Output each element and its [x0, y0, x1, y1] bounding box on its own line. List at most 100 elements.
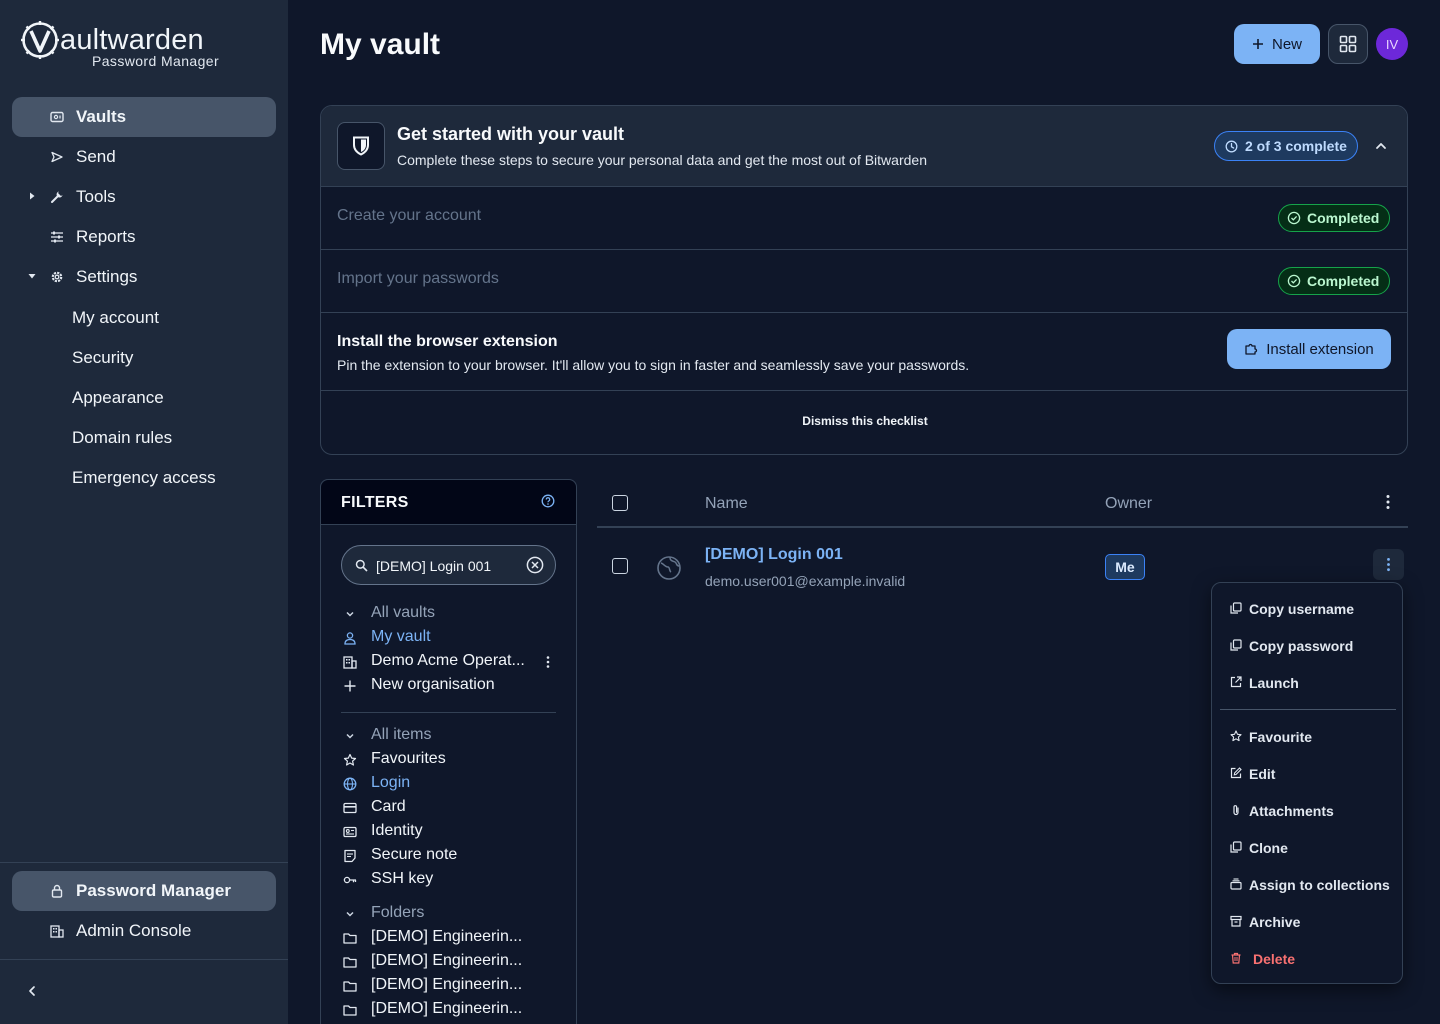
folder-icon	[343, 981, 357, 992]
sidebar-item-reports[interactable]: Reports	[12, 217, 276, 257]
menu-archive[interactable]: Archive	[1212, 909, 1402, 935]
select-all-checkbox[interactable]	[612, 495, 628, 511]
vaultwarden-logo[interactable]: aultwarden Password Manager	[20, 20, 230, 72]
caret-down-icon	[28, 274, 36, 279]
filter-label: [DEMO] Engineerin...	[371, 1000, 523, 1017]
search-icon	[355, 559, 368, 572]
search-field[interactable]	[341, 545, 556, 585]
settings-item-my-account[interactable]: My account	[72, 308, 159, 328]
menu-label: Favourite	[1249, 729, 1313, 745]
table-header: Name Owner	[597, 480, 1408, 528]
filters-panel: FILTERS All vaults My vault Demo Acme Op…	[320, 479, 577, 1024]
filter-ssh-key[interactable]: SSH key	[343, 869, 558, 891]
filter-my-vault[interactable]: My vault	[343, 627, 558, 649]
menu-delete[interactable]: Delete	[1212, 946, 1402, 972]
clear-search-icon[interactable]	[526, 556, 544, 574]
completed-label: Completed	[1307, 273, 1380, 289]
menu-copy-password[interactable]: Copy password	[1212, 633, 1402, 659]
menu-edit[interactable]: Edit	[1212, 761, 1402, 787]
filter-secure-note[interactable]: Secure note	[343, 845, 558, 867]
menu-attachments[interactable]: Attachments	[1212, 798, 1402, 824]
filter-all-vaults[interactable]: All vaults	[343, 603, 558, 625]
more-options-icon[interactable]	[1380, 494, 1396, 510]
item-name-link[interactable]: [DEMO] Login 001	[705, 546, 843, 564]
filters-header: FILTERS	[321, 480, 576, 525]
menu-launch[interactable]: Launch	[1212, 670, 1402, 696]
product-switcher-button[interactable]	[1328, 24, 1368, 64]
menu-clone[interactable]: Clone	[1212, 835, 1402, 861]
globe-icon	[657, 556, 681, 580]
chevron-up-icon[interactable]	[1373, 138, 1389, 154]
clock-icon	[1225, 140, 1238, 152]
row-options-button[interactable]	[1373, 549, 1404, 580]
filter-folder[interactable]: [DEMO] Engineerin...	[343, 951, 558, 973]
filter-label: SSH key	[371, 870, 434, 887]
settings-item-appearance[interactable]: Appearance	[72, 388, 164, 408]
menu-divider	[1220, 709, 1396, 710]
filter-label: Login	[371, 774, 411, 791]
filter-favourites[interactable]: Favourites	[343, 749, 558, 771]
building-icon	[343, 656, 357, 669]
archive-icon	[1230, 915, 1242, 927]
shield-badge	[337, 122, 385, 170]
sidebar-item-tools[interactable]: Tools	[12, 177, 276, 217]
more-options-icon	[1387, 557, 1390, 572]
sidebar-item-vaults[interactable]: Vaults	[12, 97, 276, 137]
onboarding-checklist: Get started with your vault Complete the…	[320, 105, 1408, 455]
column-header-name[interactable]: Name	[705, 495, 748, 513]
logo-subtitle: Password Manager	[92, 53, 220, 69]
sidebar-item-label: Reports	[76, 227, 136, 246]
filter-folder[interactable]: [DEMO] Engineerin...	[343, 927, 558, 949]
menu-label: Delete	[1253, 951, 1296, 967]
settings-item-emergency-access[interactable]: Emergency access	[72, 468, 216, 488]
filter-organisation[interactable]: Demo Acme Operat...	[343, 651, 558, 673]
filter-all-items[interactable]: All items	[343, 725, 558, 747]
credit-card-icon	[343, 802, 357, 814]
page-title: My vault	[320, 28, 441, 61]
star-icon	[1230, 730, 1242, 742]
filter-label: New organisation	[371, 676, 495, 693]
filter-folder[interactable]: [DEMO] Engineerin...	[343, 975, 558, 997]
help-icon[interactable]	[541, 494, 555, 508]
checklist-step-create-account: Create your account Completed	[321, 186, 1407, 249]
building-icon	[50, 925, 64, 938]
filter-folders[interactable]: Folders	[343, 903, 558, 925]
filter-identity[interactable]: Identity	[343, 821, 558, 843]
filter-folder[interactable]: [DEMO] Engineerin...	[343, 999, 558, 1021]
chevron-down-icon	[346, 733, 354, 739]
chevron-down-icon	[346, 611, 354, 617]
globe-icon	[343, 777, 357, 791]
avatar[interactable]: IV	[1376, 28, 1408, 60]
sidebar: aultwarden Password Manager Vaults Send …	[0, 0, 288, 1024]
trash-icon	[1231, 952, 1241, 964]
filter-new-organisation[interactable]: New organisation	[343, 675, 558, 697]
search-input[interactable]	[376, 555, 524, 577]
sidebar-item-settings[interactable]: Settings	[12, 257, 276, 297]
filter-login[interactable]: Login	[343, 773, 558, 795]
install-extension-button[interactable]: Install extension	[1227, 329, 1391, 369]
column-header-owner[interactable]: Owner	[1105, 495, 1152, 513]
menu-label: Assign to collections	[1249, 877, 1390, 893]
filter-label: All vaults	[371, 604, 436, 621]
row-checkbox[interactable]	[612, 558, 628, 574]
filter-label: All items	[371, 726, 432, 743]
menu-favourite[interactable]: Favourite	[1212, 724, 1402, 750]
filter-label: Secure note	[371, 846, 458, 863]
menu-copy-username[interactable]: Copy username	[1212, 596, 1402, 622]
checklist-header[interactable]: Get started with your vault Complete the…	[321, 106, 1407, 186]
grid-icon	[1339, 35, 1357, 53]
product-admin-console[interactable]: Admin Console	[12, 911, 276, 951]
new-button[interactable]: New	[1234, 24, 1320, 64]
install-extension-label: Install extension	[1266, 340, 1374, 358]
dismiss-checklist-button[interactable]: Dismiss this checklist	[321, 414, 1407, 428]
settings-item-security[interactable]: Security	[72, 348, 133, 368]
product-password-manager[interactable]: Password Manager	[12, 871, 276, 911]
more-options-icon[interactable]	[541, 655, 555, 669]
filter-label: Card	[371, 798, 406, 815]
filter-card[interactable]: Card	[343, 797, 558, 819]
sidebar-item-send[interactable]: Send	[12, 137, 276, 177]
filter-label: Folders	[371, 904, 425, 921]
settings-item-domain-rules[interactable]: Domain rules	[72, 428, 172, 448]
collapse-sidebar-icon[interactable]	[26, 985, 38, 997]
menu-assign-collections[interactable]: Assign to collections	[1212, 872, 1402, 898]
